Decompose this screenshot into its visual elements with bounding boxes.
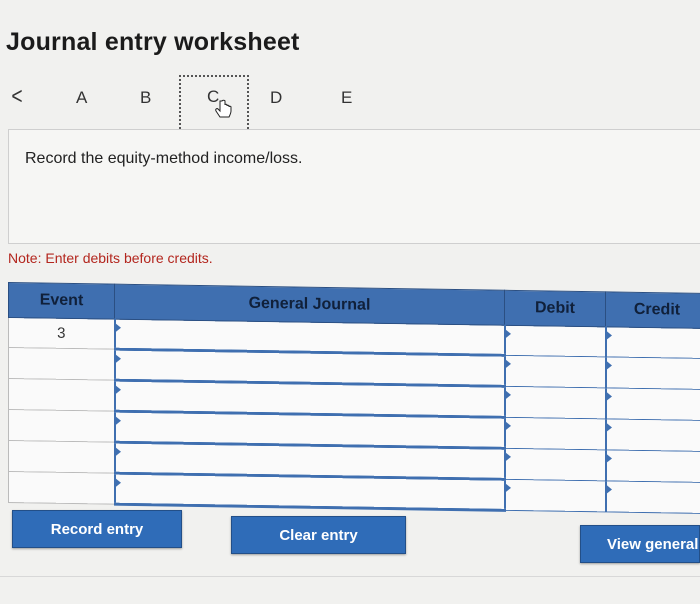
journal-table-wrap: Event General Journal Debit Credit 3	[8, 282, 700, 515]
credit-input[interactable]	[605, 326, 700, 359]
dropdown-arrow-icon	[505, 359, 511, 368]
event-cell: 3	[8, 317, 115, 350]
header-event: Event	[8, 282, 115, 320]
tab-e[interactable]: E	[341, 88, 352, 108]
credit-input[interactable]	[605, 449, 700, 483]
debit-input[interactable]	[504, 417, 606, 450]
view-general-journal-button[interactable]: View general	[580, 525, 700, 563]
dropdown-arrow-icon	[606, 331, 612, 340]
event-cell	[8, 378, 115, 412]
dropdown-arrow-icon	[505, 421, 511, 430]
clear-entry-button[interactable]: Clear entry	[231, 516, 406, 554]
header-debit: Debit	[504, 290, 606, 327]
dropdown-arrow-icon	[505, 329, 511, 338]
instruction-text: Record the equity-method income/loss.	[25, 150, 303, 167]
account-input[interactable]	[114, 473, 505, 511]
event-cell	[8, 471, 115, 505]
dropdown-arrow-icon	[115, 447, 121, 456]
debit-input[interactable]	[504, 325, 606, 357]
credit-input[interactable]	[605, 387, 700, 421]
header-credit: Credit	[605, 291, 700, 329]
dropdown-arrow-icon	[606, 485, 612, 494]
journal-table: Event General Journal Debit Credit 3	[8, 282, 700, 515]
event-cell	[8, 347, 115, 381]
dropdown-arrow-icon	[505, 452, 511, 461]
dropdown-arrow-icon	[505, 390, 511, 399]
credit-input[interactable]	[605, 418, 700, 452]
credit-input[interactable]	[605, 480, 700, 514]
dropdown-arrow-icon	[606, 454, 612, 463]
dropdown-arrow-icon	[115, 385, 121, 394]
dropdown-arrow-icon	[505, 483, 511, 492]
dropdown-arrow-icon	[606, 361, 612, 370]
divider	[0, 576, 700, 577]
dropdown-arrow-icon	[115, 354, 121, 363]
event-cell	[8, 440, 115, 474]
tab-d[interactable]: D	[270, 88, 282, 108]
instruction-panel: Record the equity-method income/loss.	[8, 129, 700, 244]
note-text: Note: Enter debits before credits.	[8, 250, 213, 266]
record-entry-button[interactable]: Record entry	[12, 510, 182, 548]
dropdown-arrow-icon	[606, 423, 612, 432]
dropdown-arrow-icon	[115, 416, 121, 425]
debit-input[interactable]	[504, 479, 606, 512]
dropdown-arrow-icon	[115, 323, 121, 332]
debit-input[interactable]	[504, 448, 606, 481]
tab-a[interactable]: A	[76, 88, 87, 108]
credit-input[interactable]	[605, 356, 700, 390]
hand-pointer-icon	[215, 99, 232, 118]
dropdown-arrow-icon	[606, 392, 612, 401]
dropdown-arrow-icon	[115, 478, 121, 487]
tab-b[interactable]: B	[140, 88, 151, 108]
event-cell	[8, 409, 115, 443]
debit-input[interactable]	[504, 355, 606, 388]
chevron-left-icon[interactable]: <	[11, 85, 22, 109]
debit-input[interactable]	[504, 386, 606, 419]
tab-c[interactable]: C	[179, 75, 249, 133]
page-title: Journal entry worksheet	[6, 28, 300, 56]
